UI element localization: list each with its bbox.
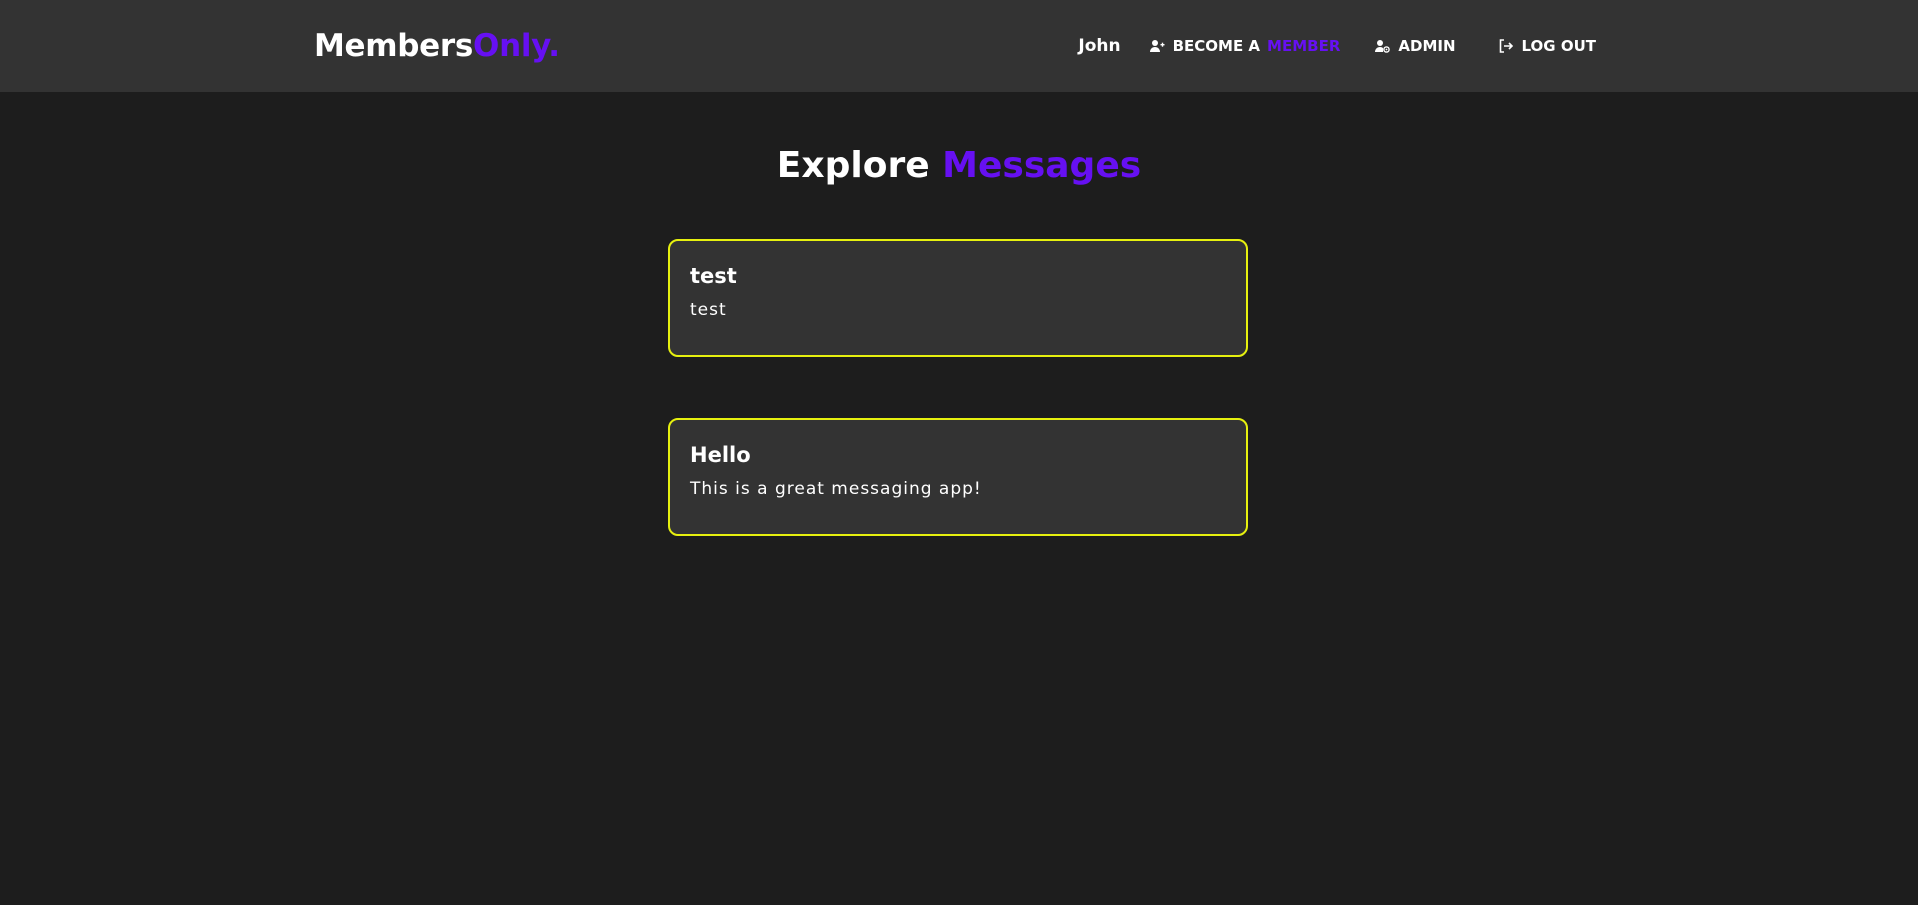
become-member-highlight: MEMBER bbox=[1267, 37, 1341, 55]
message-list: test test Hello This is a great messagin… bbox=[668, 239, 1248, 597]
logout-label: LOG OUT bbox=[1521, 37, 1596, 55]
message-card: Hello This is a great messaging app! bbox=[668, 418, 1248, 536]
admin-link[interactable]: ADMIN bbox=[1374, 37, 1456, 55]
message-title: test bbox=[690, 264, 737, 288]
become-member-link[interactable]: BECOME A MEMBER bbox=[1149, 37, 1341, 55]
navbar: MembersOnly. John BECOME A MEMBER ADMIN … bbox=[0, 0, 1918, 92]
user-plus-icon bbox=[1149, 38, 1165, 54]
message-title: Hello bbox=[690, 443, 751, 467]
brand-logo[interactable]: MembersOnly. bbox=[314, 26, 560, 66]
message-body: This is a great messaging app! bbox=[690, 479, 982, 499]
brand-name: Members bbox=[314, 28, 474, 64]
brand-accent: Only. bbox=[473, 28, 560, 64]
admin-label: ADMIN bbox=[1398, 37, 1456, 55]
logout-icon bbox=[1498, 38, 1514, 54]
message-body: test bbox=[690, 300, 727, 320]
message-card: test test bbox=[668, 239, 1248, 357]
page-title: Explore Messages bbox=[0, 140, 1918, 192]
logout-link[interactable]: LOG OUT bbox=[1498, 37, 1596, 55]
page-title-text: Explore bbox=[776, 145, 930, 186]
become-member-label: BECOME A bbox=[1172, 37, 1261, 55]
page-title-accent: Messages bbox=[942, 145, 1142, 186]
nav-links: John BECOME A MEMBER ADMIN LOG OUT bbox=[1078, 33, 1596, 59]
current-user-name: John bbox=[1078, 36, 1121, 56]
user-gear-icon bbox=[1374, 38, 1391, 54]
